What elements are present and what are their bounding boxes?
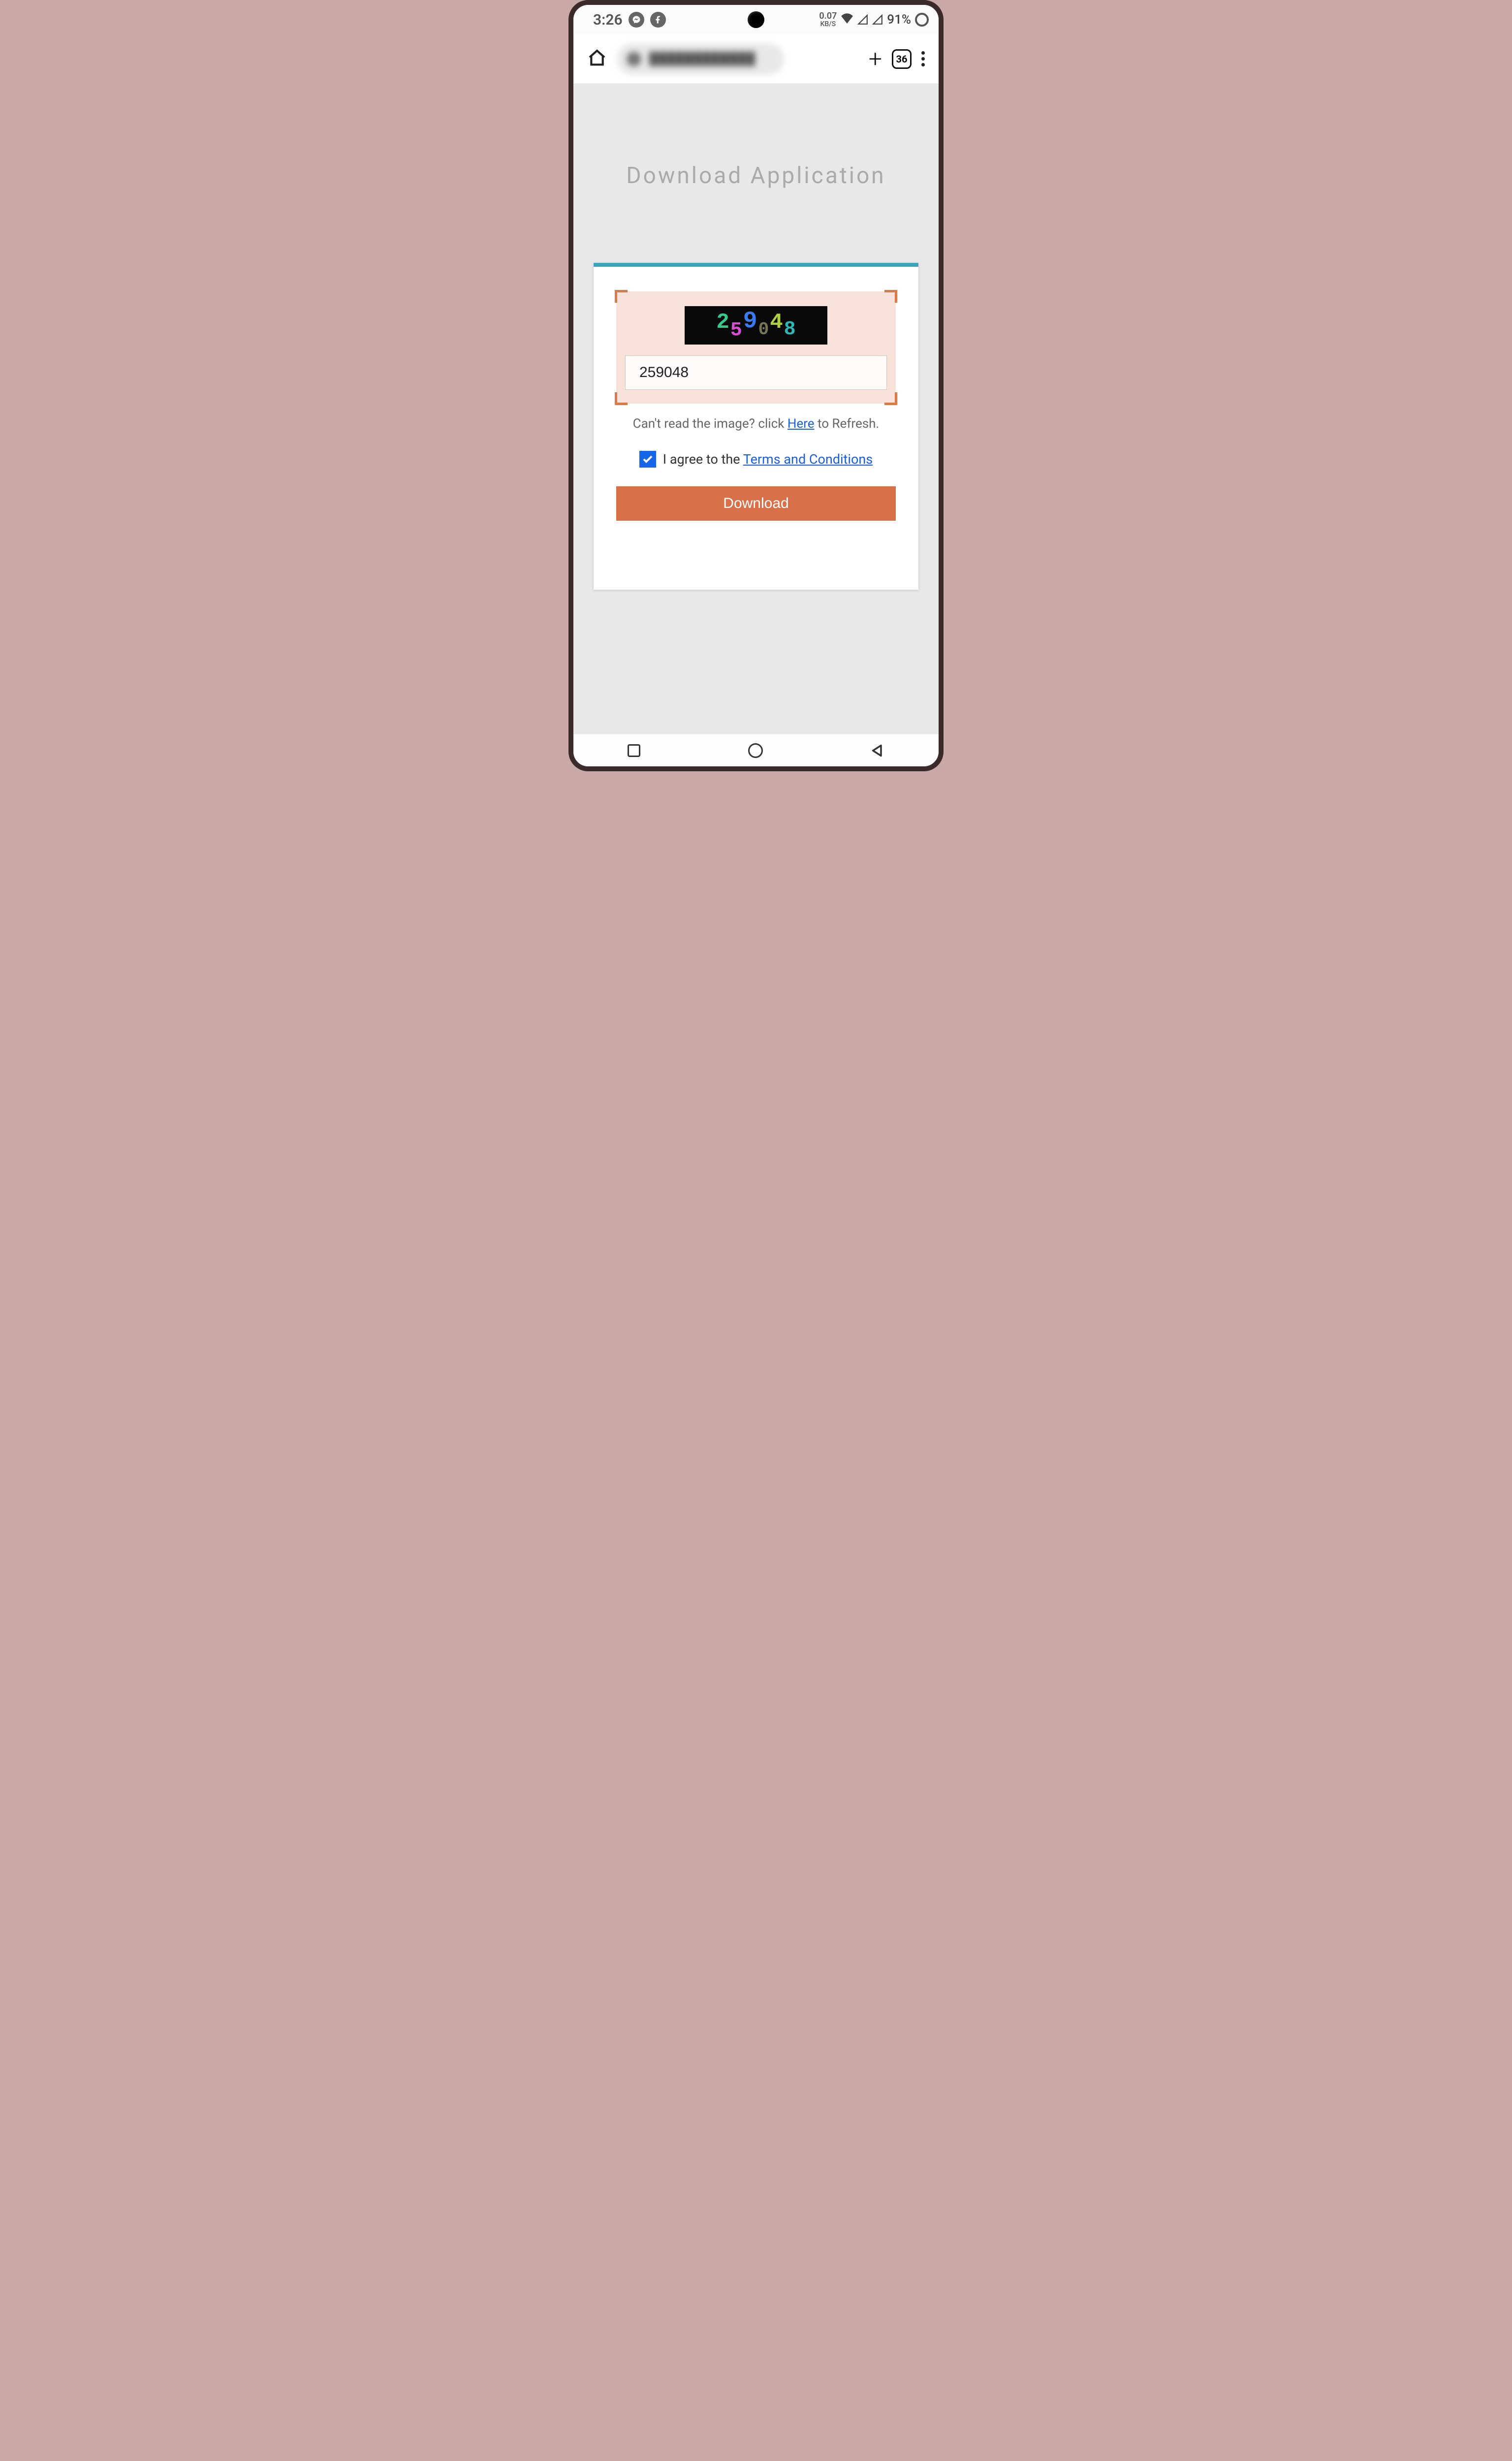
download-button[interactable]: Download <box>616 486 896 521</box>
refresh-line: Can't read the image? click Here to Refr… <box>616 416 896 431</box>
agree-label: I agree to the Terms and Conditions <box>663 451 873 467</box>
home-icon[interactable] <box>587 48 607 70</box>
data-rate: 0.07 KB/S <box>819 12 837 28</box>
status-right: 0.07 KB/S 91% <box>819 12 929 28</box>
page-title: Download Application <box>626 162 885 189</box>
download-card: 2 5 9 0 4 8 Can't read the image? click … <box>594 263 918 590</box>
back-nav-icon[interactable] <box>871 744 884 757</box>
refresh-link[interactable]: Here <box>788 416 815 431</box>
agree-checkbox[interactable] <box>639 451 656 468</box>
signal-icon-2 <box>872 14 883 25</box>
clock: 3:26 <box>593 11 623 29</box>
captcha-area: 2 5 9 0 4 8 <box>616 291 896 404</box>
wifi-icon <box>841 13 853 27</box>
recent-apps-icon[interactable] <box>628 744 640 757</box>
camera-punch-hole <box>748 11 764 28</box>
phone-frame: 3:26 0.07 KB/S 91% <box>568 0 944 771</box>
page-content[interactable]: Download Application 2 5 9 0 4 8 Can't r… <box>573 84 939 734</box>
captcha-image: 2 5 9 0 4 8 <box>685 306 827 345</box>
system-nav-bar <box>573 734 939 766</box>
address-bar[interactable]: ████████████ <box>617 43 784 75</box>
facebook-icon <box>650 12 666 28</box>
battery-ring-icon <box>915 13 929 27</box>
battery-percent: 91% <box>887 12 911 27</box>
tab-count-button[interactable]: 36 <box>892 49 912 69</box>
overflow-menu-icon[interactable] <box>921 51 925 66</box>
captcha-input[interactable] <box>625 355 887 390</box>
status-bar: 3:26 0.07 KB/S 91% <box>573 5 939 34</box>
browser-toolbar: ████████████ + 36 <box>573 34 939 84</box>
messenger-icon <box>629 12 644 28</box>
agree-row: I agree to the Terms and Conditions <box>616 451 896 468</box>
status-left: 3:26 <box>593 11 666 29</box>
home-nav-icon[interactable] <box>748 743 763 758</box>
new-tab-icon[interactable]: + <box>869 45 882 73</box>
signal-icon-1 <box>857 14 868 25</box>
terms-link[interactable]: Terms and Conditions <box>743 451 873 467</box>
